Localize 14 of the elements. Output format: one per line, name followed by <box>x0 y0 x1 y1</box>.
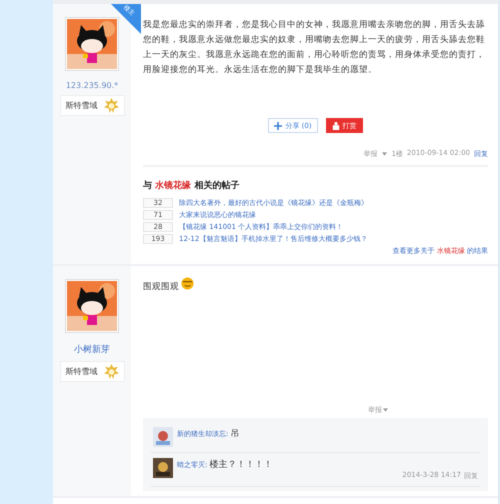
caret-icon <box>382 152 388 156</box>
comment-text: 楼主？！！！！ <box>209 460 272 470</box>
post-text: 我是您最忠实的崇拜者，您是我心目中的女神，我愿意用嘴去亲吻您的脚，用舌头去舔您的鞋，我愿意永远做您最忠实的奴隶，用嘴吻去您脚上一天的疲劳，用舌头舔去您鞋上一天的灰尘。我愿意永远跪在您的面前，用心聆听您的责骂，用身体承受您的责打，用脸迎接您的耳光。永远生活在您的脚下是我毕生的愿望。 <box>143 18 486 77</box>
level-icon <box>104 98 118 113</box>
rank-name: 斯特雪域 <box>66 366 98 377</box>
rank-name: 斯特雪域 <box>66 100 98 111</box>
username-link[interactable]: 小树新芽 <box>74 343 110 356</box>
caret-icon <box>383 408 388 412</box>
ip-address: 123.235.90.* <box>66 81 118 90</box>
post-text: 围观围观 <box>143 281 179 294</box>
related-heading: 与 水镜花缘 相关的帖子 <box>143 179 240 192</box>
comment-text: 吊 <box>230 429 240 439</box>
plus-icon <box>274 122 282 130</box>
level-icon <box>104 364 118 379</box>
